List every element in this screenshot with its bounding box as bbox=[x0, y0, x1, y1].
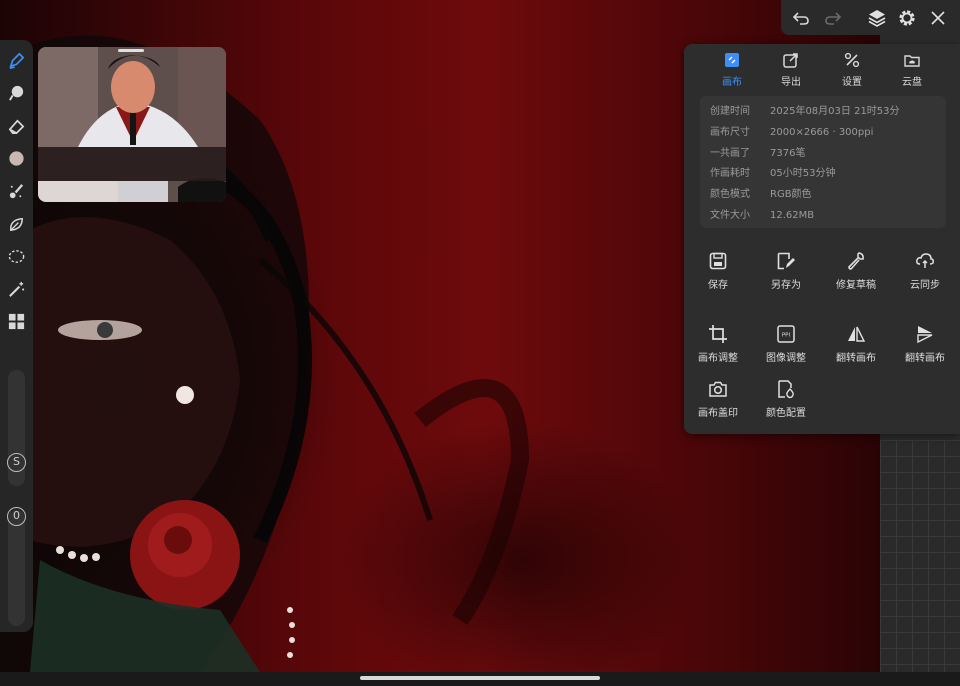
close-icon bbox=[931, 11, 945, 25]
tab-settings-label: 设置 bbox=[842, 77, 862, 88]
redo-icon bbox=[825, 12, 842, 25]
repair-draft-button[interactable]: 修复草稿 bbox=[821, 251, 891, 297]
tab-cloud[interactable]: 云盘 bbox=[882, 52, 942, 92]
reference-caption-bar bbox=[38, 147, 226, 181]
leaf-icon bbox=[10, 217, 23, 232]
transparency-grid bbox=[880, 440, 960, 672]
brush-tool[interactable] bbox=[4, 48, 29, 73]
brush-opacity-badge: 0 bbox=[7, 507, 26, 526]
magic-wand-icon bbox=[9, 281, 25, 297]
brush-settings-tool[interactable] bbox=[4, 179, 29, 204]
more-tools[interactable] bbox=[4, 309, 29, 334]
brush-opacity-slider[interactable] bbox=[8, 510, 25, 626]
export-icon bbox=[783, 53, 798, 68]
image-adjust-button[interactable]: PPI 图像调整 bbox=[751, 324, 821, 370]
settings-button[interactable] bbox=[895, 6, 919, 30]
brush-size-badge: S bbox=[7, 453, 26, 472]
save-as-button[interactable]: 另存为 bbox=[751, 251, 821, 297]
color-profile-icon bbox=[778, 380, 794, 399]
tab-canvas[interactable]: 画布 bbox=[702, 52, 762, 92]
magic-wand-tool[interactable] bbox=[4, 277, 29, 302]
gear-icon bbox=[899, 10, 915, 26]
paintbrush-icon bbox=[9, 184, 24, 199]
layers-icon bbox=[868, 10, 886, 27]
canvas-adjust-button[interactable]: 画布调整 bbox=[683, 324, 753, 370]
color-tool[interactable] bbox=[4, 146, 29, 171]
canvas-stamp-button[interactable]: 画布盖印 bbox=[683, 379, 753, 425]
svg-text:PPI: PPI bbox=[782, 333, 791, 339]
color-profile-button[interactable]: 颜色配置 bbox=[751, 379, 821, 425]
canvas-info-panel: 画布 导出 设置 云盘 创建时间 2025年08月03日 21时53分 画布尺寸… bbox=[684, 44, 960, 434]
smudge-tool[interactable] bbox=[4, 81, 29, 106]
canvas-icon bbox=[725, 53, 739, 67]
cloud-folder-icon bbox=[904, 55, 920, 67]
redo-button[interactable] bbox=[821, 6, 845, 30]
canvas-info-box: 创建时间 2025年08月03日 21时53分 画布尺寸 2000×2666 ·… bbox=[700, 96, 946, 228]
smudge-icon bbox=[9, 85, 24, 101]
pen-brush-icon bbox=[9, 52, 25, 69]
flip-vertical-icon bbox=[917, 326, 933, 344]
home-indicator[interactable] bbox=[360, 676, 600, 680]
repair-icon bbox=[848, 252, 864, 270]
cloud-sync-button[interactable]: 云同步 bbox=[890, 251, 960, 297]
ppi-icon: PPI bbox=[777, 325, 795, 343]
top-controls bbox=[781, 0, 960, 35]
reference-image-window[interactable] bbox=[38, 47, 226, 202]
tab-export[interactable]: 导出 bbox=[761, 52, 821, 92]
save-as-icon bbox=[777, 252, 795, 270]
undo-icon bbox=[792, 12, 809, 25]
flip-horizontal-icon bbox=[848, 326, 866, 342]
tab-export-label: 导出 bbox=[781, 77, 801, 88]
crop-icon bbox=[709, 325, 727, 343]
close-button[interactable] bbox=[926, 6, 950, 30]
undo-button[interactable] bbox=[789, 6, 813, 30]
lasso-icon bbox=[8, 250, 25, 263]
eraser-icon bbox=[8, 119, 25, 135]
settings-tools-icon bbox=[844, 52, 860, 68]
save-button[interactable]: 保存 bbox=[683, 251, 753, 297]
save-icon bbox=[709, 252, 727, 270]
eraser-tool[interactable] bbox=[4, 114, 29, 139]
tab-settings[interactable]: 设置 bbox=[822, 52, 882, 92]
flip-canvas-horizontal-button[interactable]: 翻转画布 bbox=[821, 324, 891, 370]
lasso-fill-tool[interactable] bbox=[4, 212, 29, 237]
tab-cloud-label: 云盘 bbox=[902, 77, 922, 88]
layers-button[interactable] bbox=[865, 6, 889, 30]
color-swatch-icon bbox=[9, 151, 24, 166]
camera-icon bbox=[709, 381, 727, 397]
grid-apps-icon bbox=[8, 313, 25, 330]
reference-drag-handle[interactable] bbox=[118, 49, 144, 52]
flip-canvas-vertical-button[interactable]: 翻转画布 bbox=[890, 324, 960, 370]
left-toolbar: S 0 bbox=[0, 40, 33, 632]
tab-canvas-label: 画布 bbox=[722, 77, 742, 88]
cloud-sync-icon bbox=[916, 253, 934, 268]
selection-tool[interactable] bbox=[4, 244, 29, 269]
